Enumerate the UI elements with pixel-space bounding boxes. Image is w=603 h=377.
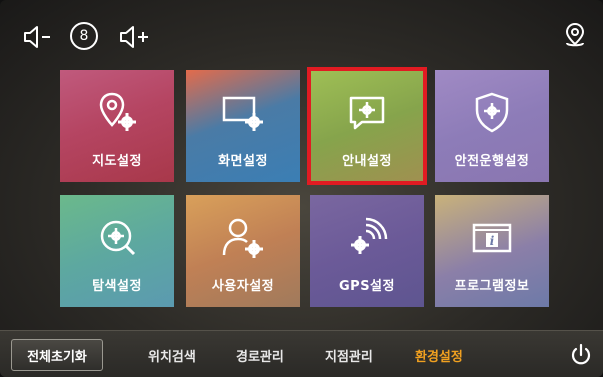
top-bar: 8 [0,0,603,60]
settings-screen: 8 지도설정 화면설정 안내설정 안전운행설정 탐색설정 사용자설정 GPS설정… [0,0,603,377]
user-gear-icon [222,218,263,258]
shield-gear-icon [475,92,509,133]
gps-signal-icon [351,217,388,254]
reset-all-button[interactable]: 전체초기화 [11,339,103,371]
volume-up-button[interactable] [118,24,152,50]
tile-label: 안내설정 [342,154,392,169]
location-pin-icon [565,22,585,47]
tile-search-settings[interactable]: 탐색설정 [60,195,174,307]
map-pin-gear-icon [99,92,136,131]
nav-environment-settings[interactable]: 환경설정 [415,346,463,365]
search-gear-icon [100,220,136,256]
tile-label: 안전운행설정 [454,154,530,169]
tile-label: 지도설정 [92,154,142,169]
nav-location-search[interactable]: 위치검색 [148,346,196,365]
current-location-button[interactable] [562,22,588,50]
volume-down-button[interactable] [22,24,52,50]
tile-guidance-settings[interactable]: 안내설정 [307,67,427,185]
screen-gear-icon [222,96,263,131]
tile-label: 탐색설정 [92,279,142,294]
power-button[interactable] [568,342,594,368]
volume-level-indicator: 8 [70,22,98,50]
tile-label: 사용자설정 [211,279,275,294]
tile-user-settings[interactable]: 사용자설정 [186,195,300,307]
nav-route-management[interactable]: 경로관리 [236,346,284,365]
power-icon [571,343,591,365]
svg-text:i: i [490,234,495,248]
nav-point-management[interactable]: 지점관리 [325,346,373,365]
tile-safe-driving-settings[interactable]: 안전운행설정 [435,70,549,182]
tile-label: 프로그램정보 [454,279,530,294]
speech-gear-icon [349,96,385,130]
info-window-icon: i [472,223,512,253]
tile-screen-settings[interactable]: 화면설정 [186,70,300,182]
volume-down-icon [24,26,50,48]
tile-gps-settings[interactable]: GPS설정 [310,195,424,307]
tile-label: GPS설정 [339,279,395,294]
volume-level-value: 8 [79,28,89,44]
bottom-navigation-bar: 전체초기화 위치검색 경로관리 지점관리 환경설정 [0,330,603,377]
tile-map-settings[interactable]: 지도설정 [60,70,174,182]
tile-label: 화면설정 [218,154,268,169]
volume-up-icon [120,26,148,48]
tile-program-info[interactable]: i 프로그램정보 [435,195,549,307]
